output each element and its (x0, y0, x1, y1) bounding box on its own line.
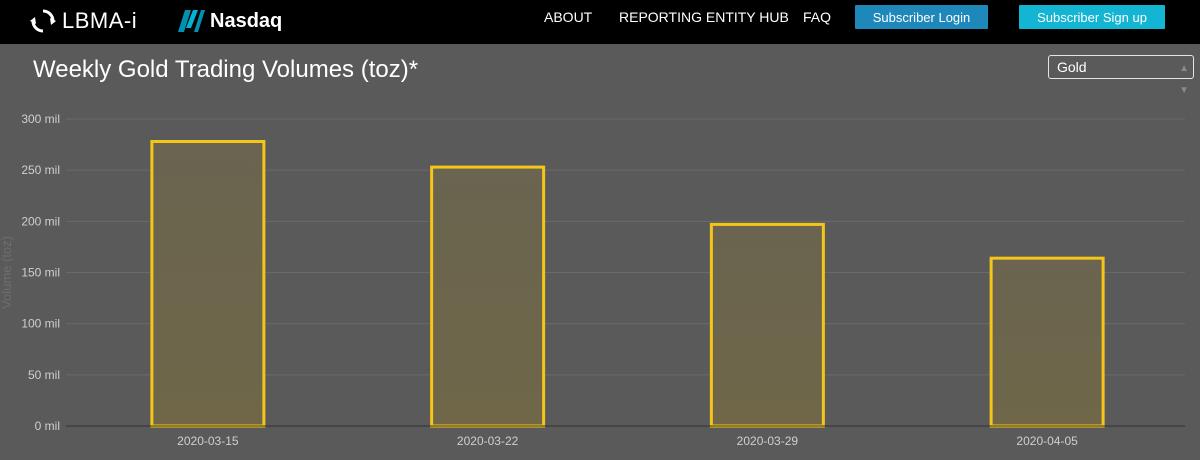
subscriber-login-button[interactable]: Subscriber Login (855, 5, 988, 29)
lbma-logo[interactable]: LBMA-i (30, 6, 137, 36)
y-tick-label: 50 mil (28, 368, 60, 382)
nasdaq-logo[interactable]: Nasdaq (176, 6, 282, 36)
y-tick-label: 0 mil (35, 419, 60, 433)
metal-select[interactable]: Gold ▲ ▼ (1048, 55, 1194, 96)
x-tick-label: 2020-03-15 (177, 434, 239, 448)
page-title: Weekly Gold Trading Volumes (toz)* (33, 56, 419, 83)
lbma-logo-text: LBMA-i (62, 8, 138, 33)
y-tick-label: 300 mil (21, 112, 60, 126)
top-nav-bar: LBMA-i Nasdaq ABOUT REPORTING ENTITY HUB… (0, 0, 1200, 44)
y-axis-label: Volume (toz) (0, 236, 14, 309)
refresh-icon (30, 9, 56, 33)
y-tick-label: 100 mil (21, 317, 60, 331)
y-tick-label: 250 mil (21, 163, 60, 177)
bar (709, 222, 825, 428)
x-tick-label: 2020-04-05 (1016, 434, 1078, 448)
x-tick-label: 2020-03-29 (737, 434, 799, 448)
nav-reporting-entity-hub[interactable]: REPORTING ENTITY HUB (619, 9, 789, 25)
nasdaq-mark-icon (178, 10, 205, 32)
nav-faq[interactable]: FAQ (803, 9, 831, 25)
bar (989, 256, 1105, 428)
metal-select-value: Gold (1057, 59, 1087, 75)
nav-about[interactable]: ABOUT (544, 9, 592, 25)
x-tick-label: 2020-03-22 (457, 434, 519, 448)
bar (150, 140, 266, 428)
y-tick-label: 200 mil (21, 214, 60, 228)
subscriber-signup-button[interactable]: Subscriber Sign up (1019, 5, 1165, 29)
bar-chart: 0 mil 50 mil 100 mil 150 mil 200 mil 250 mil 3… (0, 112, 1185, 448)
nasdaq-logo-text: Nasdaq (210, 9, 283, 32)
bar (430, 165, 546, 428)
y-tick-label: 150 mil (21, 266, 60, 280)
